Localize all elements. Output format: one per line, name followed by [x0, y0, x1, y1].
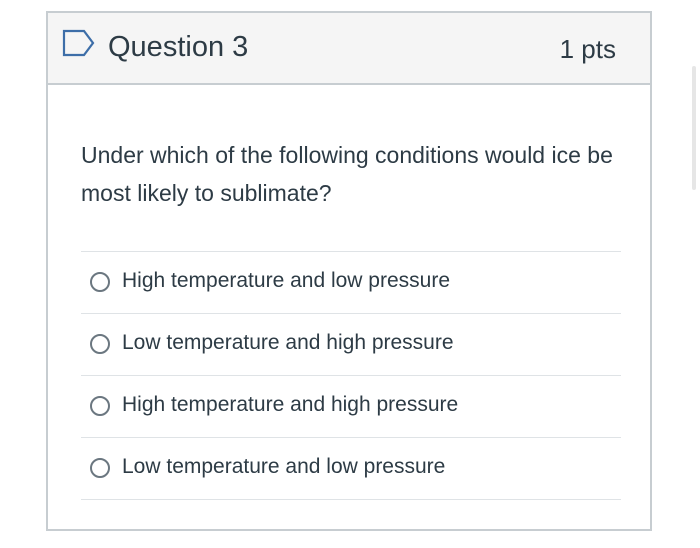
question-points: 1 pts — [559, 34, 616, 64]
radio-button[interactable] — [90, 272, 110, 292]
answer-option[interactable]: High temperature and low pressure — [81, 252, 621, 314]
answer-option[interactable]: Low temperature and high pressure — [81, 314, 621, 376]
question-title: Question 3 — [108, 31, 249, 63]
radio-button[interactable] — [90, 334, 110, 354]
radio-button[interactable] — [90, 396, 110, 416]
answer-label: High temperature and low pressure — [122, 269, 451, 292]
question-text: Under which of the following conditions … — [81, 142, 613, 206]
flag-icon[interactable] — [62, 29, 96, 57]
question-card: Question 3 1 pts Under which of the foll… — [46, 11, 652, 531]
answer-option[interactable]: High temperature and high pressure — [81, 376, 621, 438]
quiz-page: Question 3 1 pts Under which of the foll… — [0, 0, 700, 548]
answer-label: Low temperature and high pressure — [122, 331, 454, 354]
answer-label: Low temperature and low pressure — [122, 455, 446, 478]
question-header: Question 3 1 pts — [48, 13, 650, 85]
answer-option[interactable]: Low temperature and low pressure — [81, 438, 621, 500]
answer-label: High temperature and high pressure — [122, 393, 459, 416]
radio-button[interactable] — [90, 458, 110, 478]
scrollbar[interactable] — [692, 66, 696, 190]
answer-list: High temperature and low pressure Low te… — [81, 251, 621, 500]
